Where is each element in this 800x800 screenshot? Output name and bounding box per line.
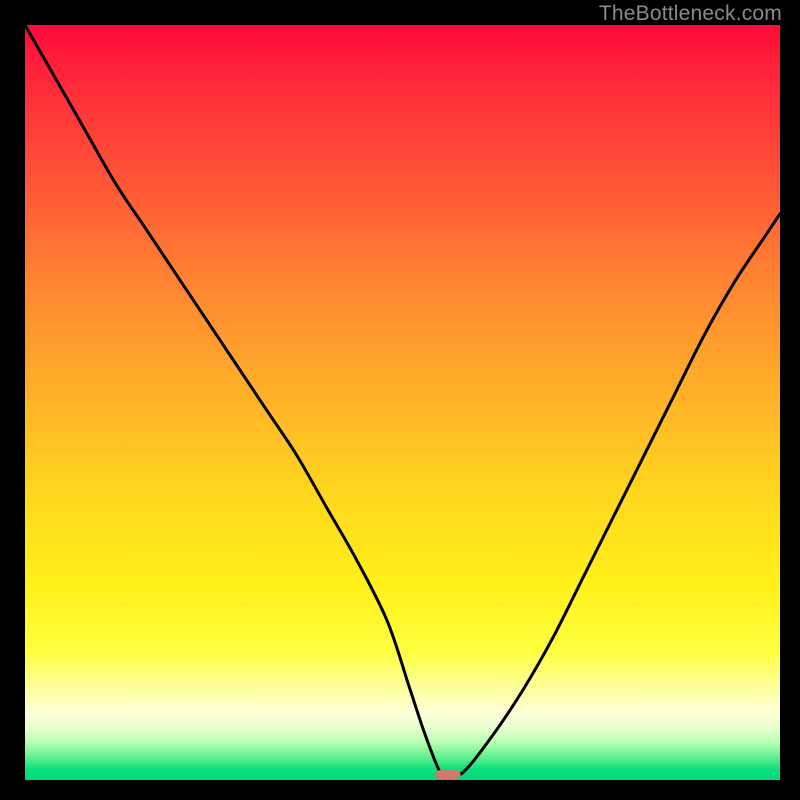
plot-area [25,25,780,780]
chart-frame: TheBottleneck.com [0,0,800,800]
watermark-text: TheBottleneck.com [599,2,782,26]
bottleneck-curve-svg [25,25,780,780]
optimum-marker [435,770,461,779]
bottleneck-curve [25,25,780,775]
